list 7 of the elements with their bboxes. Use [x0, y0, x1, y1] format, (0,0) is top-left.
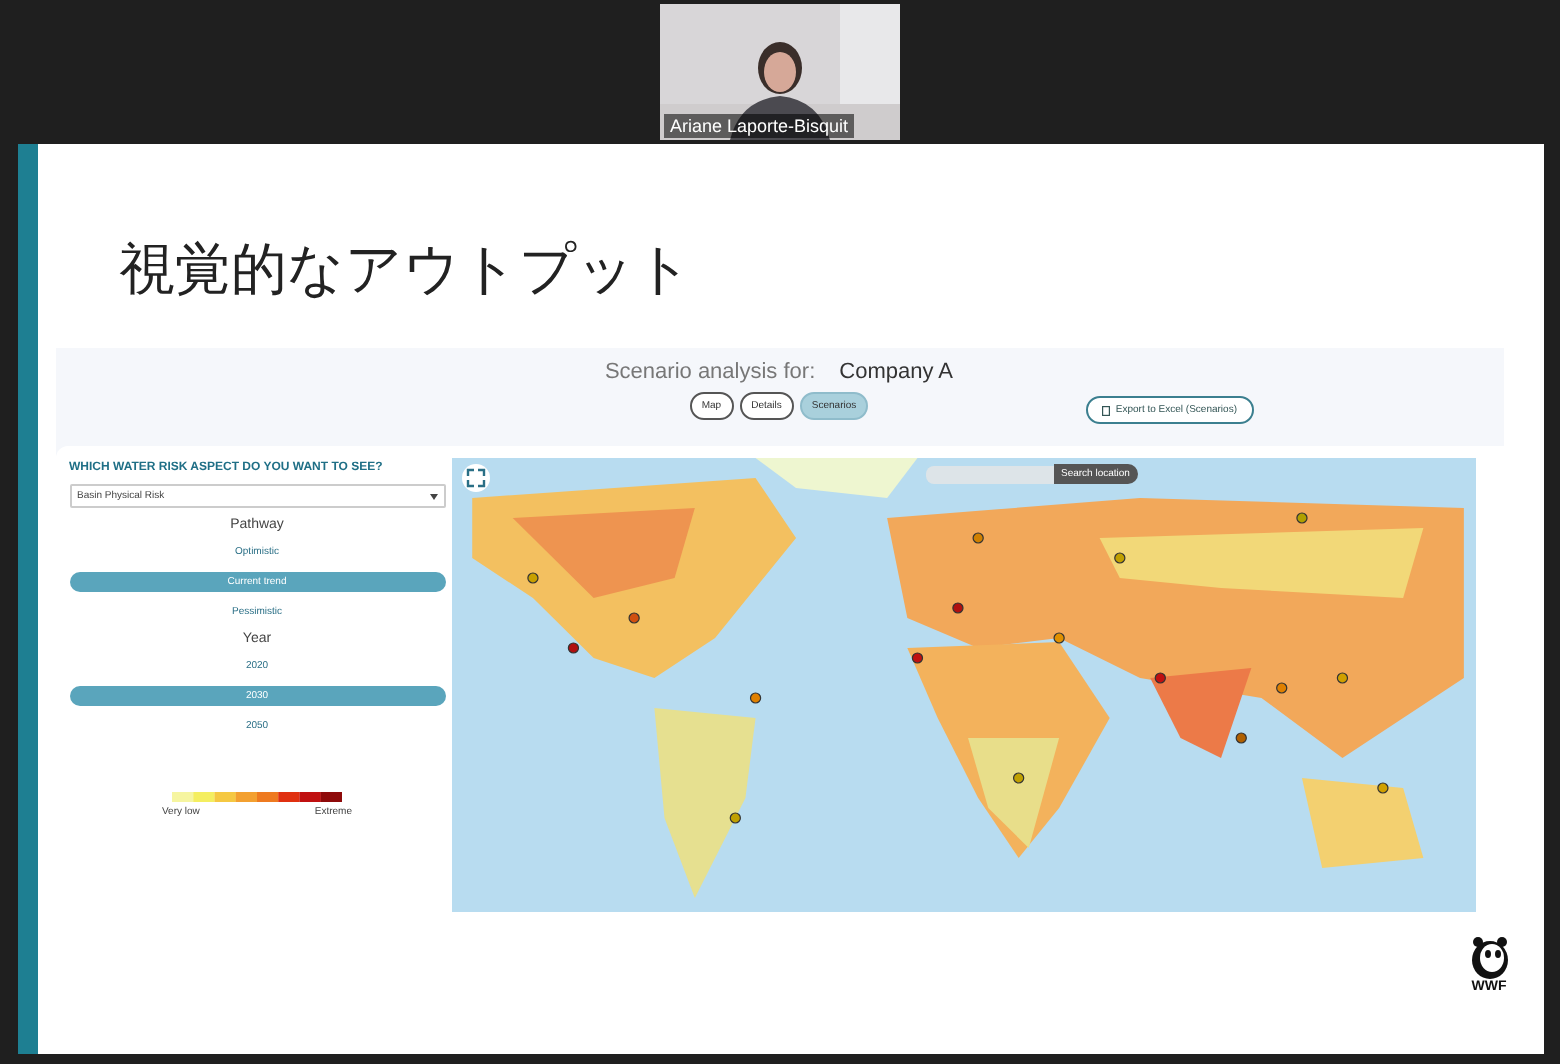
- document-icon: [1101, 405, 1110, 415]
- caret-icon: [429, 493, 437, 499]
- participant-name: Ariane Laporte-Bisquit: [664, 114, 855, 138]
- fullscreen-icon: [465, 468, 485, 488]
- company-name: Company A: [839, 360, 954, 384]
- slide-title: 視覚的なアウトプット: [119, 234, 693, 306]
- heading-label: Scenario analysis for:: [604, 360, 816, 384]
